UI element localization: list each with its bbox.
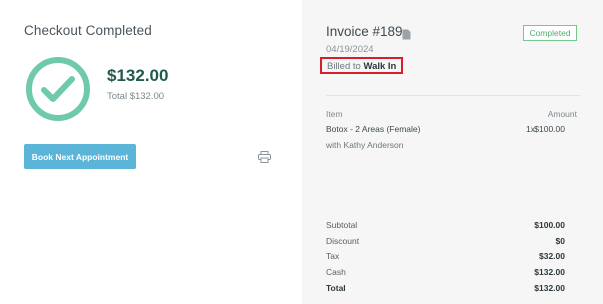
summary-label: Discount xyxy=(326,236,360,246)
checkout-total-line: Total $132.00 xyxy=(107,91,165,102)
summary-value: $132.00 xyxy=(534,267,565,277)
summary-label: Subtotal xyxy=(326,220,358,230)
invoice-date: 04/19/2024 xyxy=(326,44,374,55)
invoice-title: Invoice #189 xyxy=(326,24,403,39)
checkout-title: Checkout Completed xyxy=(24,23,152,38)
billed-to-name[interactable]: Walk In xyxy=(363,61,396,72)
column-header-amount: Amount xyxy=(547,109,577,119)
summary-label: Cash xyxy=(326,267,346,277)
line-item-name: Botox - 2 Areas (Female) xyxy=(326,124,421,134)
line-item-provider: with Kathy Anderson xyxy=(326,140,404,150)
checkout-panel: Checkout Completed $132.00 Total $132.00… xyxy=(0,0,302,304)
divider xyxy=(326,95,580,96)
summary-value: $100.00 xyxy=(534,220,565,230)
printer-icon[interactable] xyxy=(258,150,271,163)
summary-total-value: $132.00 xyxy=(534,283,565,293)
summary-value: $32.00 xyxy=(539,251,565,261)
column-header-item: Item xyxy=(326,109,343,119)
book-next-appointment-button[interactable]: Book Next Appointment xyxy=(24,144,136,169)
billed-to: Billed to Walk In xyxy=(320,57,403,74)
checkout-amount: $132.00 xyxy=(107,66,169,85)
status-badge: Completed xyxy=(523,25,577,41)
summary-total-label: Total xyxy=(326,283,346,293)
line-item-price: $100.00 xyxy=(534,124,565,134)
document-icon[interactable] xyxy=(402,27,411,40)
check-circle-icon xyxy=(26,57,90,121)
summary-value: $0 xyxy=(555,236,565,246)
summary-label: Tax xyxy=(326,251,340,261)
billed-to-label: Billed to xyxy=(327,61,361,72)
